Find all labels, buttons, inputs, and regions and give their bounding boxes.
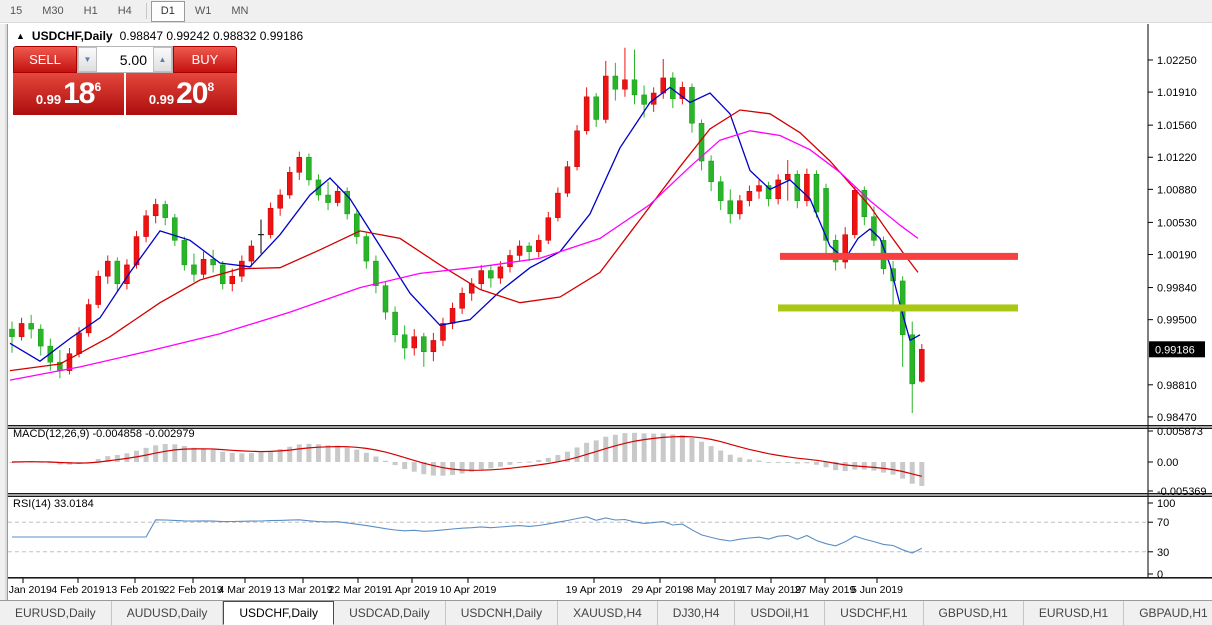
chart-tab-usdchf-daily[interactable]: USDCHF,Daily — [223, 601, 334, 625]
chart-tab-usdoil-h1[interactable]: USDOil,H1 — [735, 601, 825, 625]
svg-text:1.00530: 1.00530 — [1157, 217, 1197, 229]
chart-tab-usdchf-h1[interactable]: USDCHF,H1 — [825, 601, 923, 625]
volume-stepper: ▼ ▲ — [77, 46, 173, 73]
buy-price-base: 0.99 — [149, 92, 174, 107]
chart-tab-dj30-h4[interactable]: DJ30,H4 — [658, 601, 736, 625]
svg-text:1.01560: 1.01560 — [1157, 120, 1197, 132]
date-axis-label: 19 Apr 2019 — [566, 584, 623, 596]
sell-price-base: 0.99 — [36, 92, 61, 107]
svg-text:1.02250: 1.02250 — [1157, 55, 1197, 67]
svg-text:0.99500: 0.99500 — [1157, 315, 1197, 327]
timeframe-toolbar: 15M30H1H4 D1W1MN — [0, 0, 1212, 23]
svg-text:30: 30 — [1157, 547, 1169, 559]
svg-text:1.01910: 1.01910 — [1157, 87, 1197, 99]
svg-text:1.00880: 1.00880 — [1157, 184, 1197, 196]
date-axis-label: 27 May 2019 — [795, 584, 856, 596]
date-axis-label: 13 Feb 2019 — [106, 584, 165, 596]
timeframe-button-mn[interactable]: MN — [221, 1, 258, 22]
svg-text:0: 0 — [1157, 569, 1163, 581]
resistance-line — [780, 253, 1018, 260]
timeframe-button-h4[interactable]: H4 — [108, 1, 142, 22]
one-click-trade-panel: SELL ▼ ▲ BUY 0.99 18 6 0.99 20 8 — [13, 46, 237, 115]
collapse-panel-icon[interactable]: ▲ — [16, 31, 25, 41]
svg-text:1.00190: 1.00190 — [1157, 250, 1197, 262]
chart-tab-usdcnh-daily[interactable]: USDCNH,Daily — [446, 601, 558, 625]
chart-tabbar: EURUSD,DailyAUDUSD,DailyUSDCHF,DailyUSDC… — [0, 600, 1212, 625]
date-axis-label: 4 Mar 2019 — [218, 584, 271, 596]
buy-price-pips: 20 — [176, 77, 207, 111]
date-axis-label: 1 Apr 2019 — [387, 584, 438, 596]
chart-tab-usdcad-daily[interactable]: USDCAD,Daily — [334, 601, 446, 625]
date-axis-label: 22 Feb 2019 — [164, 584, 223, 596]
sell-price-display[interactable]: 0.99 18 6 — [13, 73, 124, 115]
symbol-label: USDCHF,Daily — [32, 29, 113, 43]
date-axis-label: 5 Jun 2019 — [851, 584, 903, 596]
chart-tab-gbpusd-h1[interactable]: GBPUSD,H1 — [924, 601, 1024, 625]
volume-input[interactable] — [97, 47, 153, 72]
date-axis-label: 10 Apr 2019 — [440, 584, 497, 596]
chart-tab-eurusd-daily[interactable]: EURUSD,Daily — [0, 601, 112, 625]
buy-button[interactable]: BUY — [173, 46, 237, 73]
window-left-edge — [0, 24, 8, 600]
timeframe-button-15[interactable]: 15 — [0, 1, 32, 22]
svg-text:0.99186: 0.99186 — [1155, 344, 1195, 356]
timeframe-button-d1[interactable]: D1 — [151, 1, 185, 22]
chart-tab-gbpaud-h1[interactable]: GBPAUD,H1 — [1124, 601, 1212, 625]
volume-decrease-button[interactable]: ▼ — [78, 47, 97, 72]
svg-text:0.98470: 0.98470 — [1157, 412, 1197, 424]
buy-price-point: 8 — [208, 80, 215, 94]
date-axis-label: 13 Mar 2019 — [274, 584, 333, 596]
svg-text:0.98810: 0.98810 — [1157, 380, 1197, 392]
date-axis-label: 8 May 2019 — [688, 584, 743, 596]
svg-text:100: 100 — [1157, 498, 1175, 510]
sell-price-pips: 18 — [63, 77, 94, 111]
timeframe-button-h1[interactable]: H1 — [74, 1, 108, 22]
timeframe-button-m30[interactable]: M30 — [32, 1, 73, 22]
tabs-holder: EURUSD,DailyAUDUSD,DailyUSDCHF,DailyUSDC… — [0, 601, 1212, 625]
chart-window: 1.02250 1.01910 1.01560 1.01220 1.00880 1.005… — [0, 24, 1212, 600]
volume-increase-button[interactable]: ▲ — [153, 47, 172, 72]
chart-tab-audusd-daily[interactable]: AUDUSD,Daily — [112, 601, 224, 625]
quote-header: ▲ USDCHF,Daily 0.98847 0.99242 0.98832 0… — [16, 29, 303, 43]
chart-tab-xauusd-h4[interactable]: XAUUSD,H4 — [558, 601, 658, 625]
svg-text:1.01220: 1.01220 — [1157, 152, 1197, 164]
date-axis-label: 22 Mar 2019 — [329, 584, 388, 596]
rsi-indicator-label: RSI(14) 33.0184 — [13, 498, 94, 510]
toolbar-separator — [146, 3, 147, 19]
svg-text:0.00: 0.00 — [1157, 457, 1178, 469]
date-axis-label: 17 May 2019 — [741, 584, 802, 596]
svg-text:0.005873: 0.005873 — [1157, 426, 1203, 438]
sell-button[interactable]: SELL — [13, 46, 77, 73]
chart-tab-eurusd-h1[interactable]: EURUSD,H1 — [1024, 601, 1124, 625]
svg-text:-0.005369: -0.005369 — [1157, 486, 1207, 498]
date-axis-label: 29 Apr 2019 — [632, 584, 689, 596]
svg-text:70: 70 — [1157, 517, 1169, 529]
ohlc-values: 0.98847 0.99242 0.98832 0.99186 — [120, 29, 304, 43]
support-line — [778, 304, 1018, 311]
buy-price-display[interactable]: 0.99 20 8 — [126, 73, 237, 115]
trading-terminal-window: 15M30H1H4D1W1MN 1.022501.019101.015601.0… — [0, 0, 1212, 625]
sell-price-point: 6 — [95, 80, 102, 94]
date-axis-label: 4 Feb 2019 — [51, 584, 104, 596]
svg-text:0.99840: 0.99840 — [1157, 283, 1197, 295]
macd-indicator-label: MACD(12,26,9) -0.004858 -0.002979 — [13, 428, 195, 440]
timeframe-button-w1[interactable]: W1 — [185, 1, 222, 22]
